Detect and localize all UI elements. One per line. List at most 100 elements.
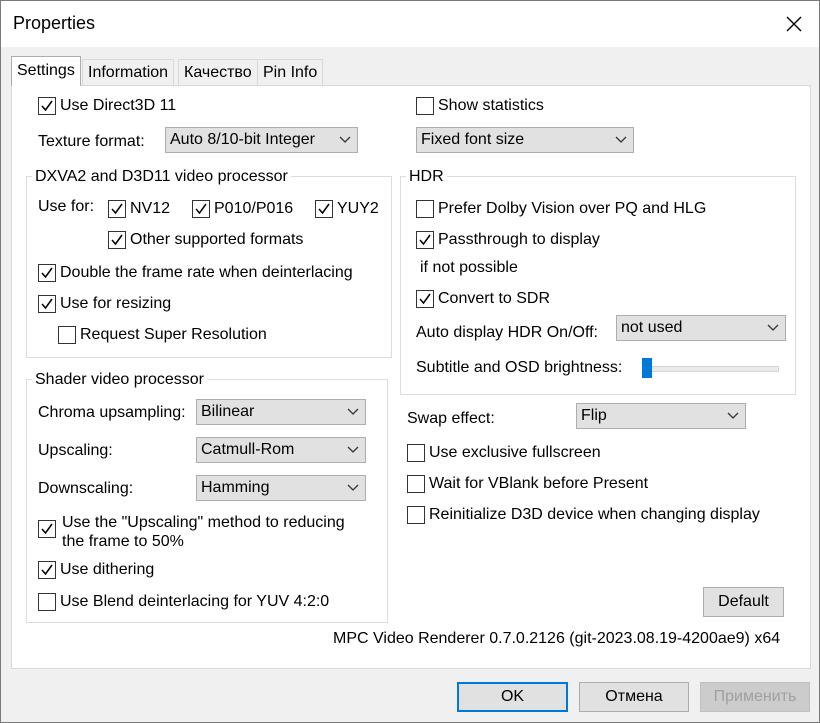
checkbox-box: [38, 295, 56, 313]
chevron-down-icon: [339, 136, 351, 143]
cancel-button[interactable]: Отмена: [579, 682, 689, 712]
reinitialize-d3d-label: Reinitialize D3D device when changing di…: [429, 506, 760, 523]
exclusive-fullscreen-checkbox[interactable]: Use exclusive fullscreen: [407, 442, 601, 464]
font-size-value: Fixed font size: [421, 131, 525, 148]
p010-checkbox[interactable]: P010/P016: [192, 198, 293, 220]
ok-button[interactable]: OK: [457, 682, 568, 712]
auto-hdr-select[interactable]: not used: [616, 315, 786, 341]
texture-format-label: Texture format:: [38, 133, 145, 150]
passthrough-label: Passthrough to display: [438, 231, 600, 248]
chevron-down-icon: [347, 446, 359, 453]
tab-settings[interactable]: Settings: [11, 56, 81, 86]
tab-quality[interactable]: Качество: [178, 59, 258, 85]
font-size-select[interactable]: Fixed font size: [416, 127, 634, 153]
if-not-possible-label: if not possible: [420, 259, 518, 276]
texture-format-select[interactable]: Auto 8/10-bit Integer: [165, 127, 358, 153]
texture-format-value: Auto 8/10-bit Integer: [170, 131, 315, 148]
checkbox-box: [407, 444, 425, 462]
brightness-label: Subtitle and OSD brightness:: [416, 359, 623, 376]
chevron-down-icon: [615, 136, 627, 143]
upscaling-select[interactable]: Catmull-Rom: [196, 437, 366, 463]
downscaling-label: Downscaling:: [38, 480, 134, 497]
checkbox-box: [416, 290, 434, 308]
auto-hdr-value: not used: [621, 319, 683, 336]
convert-sdr-label: Convert to SDR: [438, 290, 551, 307]
use-d3d11-label: Use Direct3D 11: [60, 97, 177, 114]
other-formats-label: Other supported formats: [130, 231, 304, 248]
dithering-checkbox[interactable]: Use dithering: [38, 559, 154, 581]
checkbox-box: [416, 231, 434, 249]
nv12-checkbox[interactable]: NV12: [108, 198, 170, 220]
upscaling-label: Upscaling:: [38, 442, 113, 459]
wait-vblank-checkbox[interactable]: Wait for VBlank before Present: [407, 473, 648, 495]
dithering-label: Use dithering: [60, 561, 155, 578]
chroma-upsampling-value: Bilinear: [201, 403, 255, 420]
checkbox-box: [108, 231, 126, 249]
chevron-down-icon: [347, 408, 359, 415]
other-formats-checkbox[interactable]: Other supported formats: [108, 229, 303, 251]
use-d3d11-checkbox[interactable]: Use Direct3D 11: [38, 95, 176, 117]
settings-panel: Use Direct3D 11 Texture format: Auto 8/1…: [11, 85, 811, 669]
passthrough-checkbox[interactable]: Passthrough to display: [416, 229, 600, 251]
chevron-down-icon: [767, 324, 779, 331]
dxva-group-title: DXVA2 and D3D11 video processor: [32, 168, 291, 186]
checkbox-box: [315, 200, 333, 218]
double-frame-rate-label: Double the frame rate when deinterlacing: [60, 264, 353, 281]
super-resolution-label: Request Super Resolution: [80, 326, 267, 343]
exclusive-fullscreen-label: Use exclusive fullscreen: [429, 444, 601, 461]
show-statistics-label: Show statistics: [438, 97, 544, 114]
checkbox-box: [38, 520, 56, 538]
upscale-method-line2: the frame to 50%: [62, 533, 184, 550]
blend-deinterlacing-checkbox[interactable]: Use Blend deinterlacing for YUV 4:2:0: [38, 591, 329, 613]
properties-dialog: Properties Settings Information Качество…: [0, 0, 820, 723]
checkbox-box: [416, 97, 434, 115]
use-for-resizing-label: Use for resizing: [60, 295, 172, 312]
brightness-slider-track[interactable]: [643, 366, 779, 372]
dolby-vision-checkbox[interactable]: Prefer Dolby Vision over PQ and HLG: [416, 198, 706, 220]
use-for-label: Use for:: [38, 198, 95, 215]
checkbox-box: [38, 264, 56, 282]
upscale-method-line1: Use the "Upscaling" method to reducing: [62, 514, 345, 531]
p010-label: P010/P016: [214, 200, 294, 217]
nv12-label: NV12: [130, 200, 171, 217]
swap-effect-label: Swap effect:: [407, 410, 495, 427]
checkbox-box: [407, 475, 425, 493]
checkbox-box: [407, 506, 425, 524]
checkbox-box: [192, 200, 210, 218]
dolby-vision-label: Prefer Dolby Vision over PQ and HLG: [438, 200, 707, 217]
tab-pin-info[interactable]: Pin Info: [257, 59, 324, 85]
use-for-resizing-checkbox[interactable]: Use for resizing: [38, 293, 171, 315]
downscaling-select[interactable]: Hamming: [196, 475, 366, 501]
hdr-group-title: HDR: [406, 168, 447, 186]
title-bar: Properties: [1, 1, 819, 47]
close-icon[interactable]: [779, 9, 809, 39]
tab-information[interactable]: Information: [82, 59, 175, 85]
brightness-slider-thumb[interactable]: [642, 358, 652, 378]
chevron-down-icon: [727, 412, 739, 419]
upscale-method-checkbox[interactable]: [38, 520, 58, 540]
checkbox-box: [38, 561, 56, 579]
checkbox-box: [38, 97, 56, 115]
version-label: MPC Video Renderer 0.7.0.2126 (git-2023.…: [333, 630, 781, 647]
upscale-method-label: Use the "Upscaling" method to reducing t…: [62, 513, 345, 551]
auto-hdr-label: Auto display HDR On/Off:: [416, 324, 598, 341]
swap-effect-select[interactable]: Flip: [576, 403, 746, 429]
show-statistics-checkbox[interactable]: Show statistics: [416, 95, 544, 117]
apply-button[interactable]: Применить: [700, 682, 810, 712]
chroma-upsampling-select[interactable]: Bilinear: [196, 399, 366, 425]
window-title: Properties: [13, 13, 96, 33]
blend-deinterlacing-label: Use Blend deinterlacing for YUV 4:2:0: [60, 593, 330, 610]
yuy2-label: YUY2: [337, 200, 379, 217]
checkbox-box: [108, 200, 126, 218]
double-frame-rate-checkbox[interactable]: Double the frame rate when deinterlacing: [38, 262, 353, 284]
chevron-down-icon: [347, 484, 359, 491]
super-resolution-checkbox[interactable]: Request Super Resolution: [58, 324, 267, 346]
checkbox-box: [58, 326, 76, 344]
reinitialize-d3d-checkbox[interactable]: Reinitialize D3D device when changing di…: [407, 504, 760, 526]
chroma-upsampling-label: Chroma upsampling:: [38, 404, 186, 421]
wait-vblank-label: Wait for VBlank before Present: [429, 475, 649, 492]
yuy2-checkbox[interactable]: YUY2: [315, 198, 379, 220]
checkbox-box: [38, 593, 56, 611]
convert-sdr-checkbox[interactable]: Convert to SDR: [416, 288, 550, 310]
default-button[interactable]: Default: [703, 587, 784, 617]
